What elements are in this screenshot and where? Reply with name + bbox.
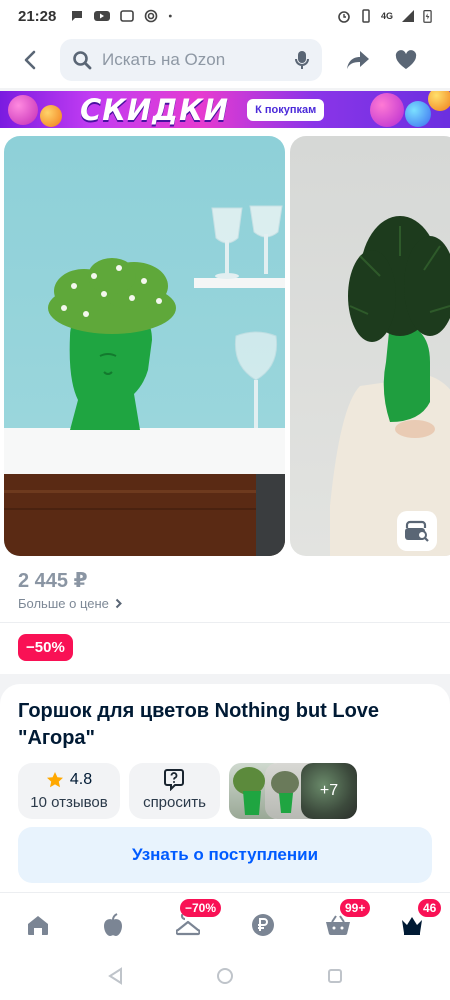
- image-search-icon: [405, 520, 429, 542]
- discount-badge: −50%: [18, 634, 73, 661]
- notify-on-arrival-button[interactable]: Узнать о поступлении: [18, 827, 432, 883]
- share-icon: [347, 51, 369, 69]
- vibrate-icon: [362, 9, 370, 23]
- promo-banner[interactable]: СКИДКИ К покупкам: [0, 91, 450, 128]
- apple-icon: [104, 913, 122, 936]
- battery-icon: [423, 9, 432, 23]
- question-bubble-icon: [164, 769, 184, 791]
- ruble-icon: [252, 914, 274, 936]
- banner-title: СКИДКИ: [80, 92, 230, 127]
- banner-decoration: [370, 93, 404, 127]
- nav-home[interactable]: [18, 905, 58, 945]
- system-home-icon[interactable]: [216, 967, 234, 985]
- search-icon: [73, 51, 92, 70]
- banner-cta-button[interactable]: К покупкам: [247, 98, 325, 121]
- nav-cart[interactable]: 99+: [318, 899, 371, 945]
- system-recents-icon[interactable]: [327, 968, 343, 984]
- ask-label: спросить: [143, 794, 206, 811]
- product-photo-2[interactable]: [290, 136, 450, 556]
- hanger-icon: [176, 914, 200, 936]
- product-title: Горшок для цветов Nothing but Love "Агор…: [18, 700, 380, 749]
- banner-decoration: [428, 91, 450, 111]
- cart-badge: 99+: [340, 899, 371, 917]
- profile-badge: 46: [418, 899, 442, 917]
- star-icon: [46, 772, 63, 788]
- spiral-icon: [145, 9, 158, 23]
- rating-button[interactable]: 4.8 10 отзывов: [18, 763, 120, 819]
- system-back-icon[interactable]: [107, 967, 123, 985]
- product-price: 2 445 ₽: [18, 570, 88, 592]
- nav-profile[interactable]: 46: [392, 899, 442, 945]
- heart-icon: [395, 50, 417, 69]
- status-time: 21:28: [18, 7, 57, 25]
- home-icon: [28, 916, 48, 935]
- price-block: 2 445 ₽ Больше о цене −50%: [0, 564, 450, 674]
- status-bar: 21:28 4G: [0, 0, 450, 32]
- favorite-button[interactable]: [382, 32, 430, 88]
- banner-decoration: [40, 105, 62, 127]
- price-details-link[interactable]: Больше о цене: [18, 596, 122, 611]
- sale-badge: −70%: [180, 899, 222, 917]
- rating-value: 4.8: [69, 771, 93, 788]
- chevron-left-icon: [24, 50, 36, 70]
- system-navigation: [0, 952, 450, 1000]
- ask-question-button[interactable]: спросить: [129, 763, 220, 819]
- app-bar: Искать на Ozon: [0, 32, 450, 88]
- chevron-right-icon: [115, 598, 122, 609]
- search-input[interactable]: Искать на Ozon: [60, 39, 322, 81]
- system-status: 4G: [337, 8, 432, 24]
- product-gallery[interactable]: [0, 128, 450, 564]
- review-photos[interactable]: +7: [229, 763, 359, 819]
- rating-summary: 4.8: [18, 771, 120, 789]
- signal-icon: [402, 10, 414, 22]
- crown-icon: [402, 917, 422, 935]
- banner-decoration: [8, 95, 38, 125]
- product-photo-1[interactable]: [4, 136, 285, 556]
- dot-icon: [169, 14, 173, 18]
- reviews-count: 10 отзывов: [30, 794, 108, 811]
- bottom-navigation: −70% 99+ 46: [0, 892, 450, 952]
- alarm-icon: [338, 11, 350, 23]
- nav-fresh[interactable]: [93, 905, 133, 945]
- visual-search-button[interactable]: [397, 511, 437, 551]
- share-button[interactable]: [334, 32, 382, 88]
- search-placeholder: Искать на Ozon: [102, 50, 226, 69]
- product-photo-scene: [4, 205, 285, 556]
- more-photos-count: +7: [319, 782, 339, 799]
- cart-icon: [326, 915, 350, 936]
- network-label: 4G: [380, 11, 393, 21]
- divider: [0, 622, 450, 623]
- nav-finance[interactable]: [243, 905, 283, 945]
- product-photo-scene: [330, 216, 450, 556]
- media-icon: [120, 10, 135, 22]
- more-photos-thumb[interactable]: +7: [301, 763, 357, 819]
- microphone-icon[interactable]: [294, 50, 310, 70]
- product-info-card: Горшок для цветов Nothing but Love "Агор…: [0, 684, 450, 900]
- notification-icons: [70, 9, 176, 23]
- back-button[interactable]: [0, 32, 60, 88]
- banner-decoration: [405, 101, 431, 127]
- price-details-label: Больше о цене: [18, 596, 109, 611]
- youtube-icon: [94, 11, 111, 21]
- chat-icon: [72, 11, 83, 21]
- nav-sale[interactable]: −70%: [168, 899, 222, 945]
